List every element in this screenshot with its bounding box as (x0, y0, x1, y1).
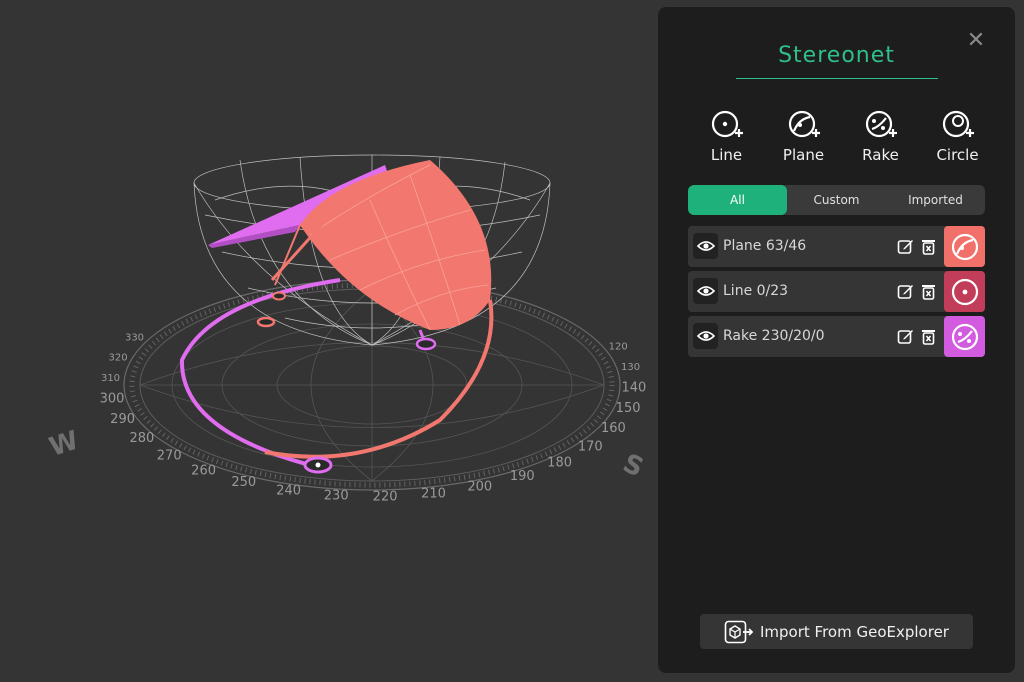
plane-pole-marker[interactable] (256, 316, 276, 328)
line-color-swatch[interactable] (944, 271, 985, 312)
add-circle-label: Circle (936, 146, 979, 164)
plane-cone-shape (270, 160, 492, 331)
tab-custom[interactable]: Custom (787, 185, 886, 215)
rake-color-swatch[interactable] (944, 316, 985, 357)
add-plane-button[interactable]: Plane (765, 109, 842, 169)
degree-label: 170 (578, 439, 603, 454)
compass-west-label: W (46, 426, 83, 463)
import-icon (724, 620, 754, 643)
degree-label: 260 (191, 463, 216, 478)
degree-label: 330 (125, 333, 144, 344)
import-geoexplorer-button[interactable]: Import From GeoExplorer (700, 614, 973, 649)
line-marker[interactable] (272, 291, 286, 301)
add-plane-label: Plane (782, 146, 825, 164)
plane-icon (951, 233, 978, 260)
eye-icon (696, 241, 715, 251)
visibility-toggle[interactable] (693, 323, 718, 349)
line-add-icon (711, 110, 743, 138)
eye-icon (696, 331, 715, 341)
degree-label: 280 (129, 431, 154, 446)
circle-add-icon (942, 110, 974, 138)
feature-list: Plane 63/46 Line 0/23 Rake 230/20/0 (688, 226, 985, 361)
import-label: Import From GeoExplorer (760, 622, 949, 641)
filter-tabs: All Custom Imported (688, 185, 985, 215)
degree-label: 140 (621, 380, 646, 395)
stereonet-3d-viewport[interactable]: W S 120 130 140 150 160 170 180 190 200 210 220 230… (0, 0, 660, 682)
degree-label: 150 (616, 401, 641, 416)
compass-south-label: S (618, 448, 648, 483)
delete-icon[interactable] (920, 283, 937, 300)
edit-icon[interactable] (897, 283, 914, 300)
degree-label: 180 (547, 456, 572, 471)
degree-label: 290 (110, 412, 135, 427)
degree-label: 320 (109, 352, 128, 363)
title-underline (736, 78, 938, 79)
add-line-label: Line (710, 146, 743, 164)
list-item[interactable]: Rake 230/20/0 (688, 316, 985, 357)
stereonet-panel: Stereonet ✕ Line Plane Rake Circle All C… (658, 7, 1015, 673)
edit-icon[interactable] (897, 238, 914, 255)
list-item[interactable]: Plane 63/46 (688, 226, 985, 267)
list-item-label: Line 0/23 (723, 283, 789, 299)
degree-label: 220 (373, 489, 398, 504)
list-item[interactable]: Line 0/23 (688, 271, 985, 312)
close-icon[interactable]: ✕ (964, 29, 988, 53)
degree-label: 250 (231, 475, 256, 490)
delete-icon[interactable] (920, 238, 937, 255)
degree-label: 120 (609, 342, 628, 353)
rake-add-icon (865, 110, 897, 138)
rake-icon (951, 323, 978, 350)
plane-color-swatch[interactable] (944, 226, 985, 267)
degree-label: 270 (157, 448, 182, 463)
degree-label: 200 (467, 480, 492, 495)
plane-add-icon (788, 110, 820, 138)
add-line-button[interactable]: Line (688, 109, 765, 169)
add-rake-button[interactable]: Rake (842, 109, 919, 169)
tab-all[interactable]: All (688, 185, 787, 215)
add-rake-label: Rake (862, 146, 899, 164)
add-circle-button[interactable]: Circle (919, 109, 996, 169)
line-icon (951, 278, 978, 305)
degree-label: 190 (510, 469, 535, 484)
degree-label: 240 (276, 484, 301, 499)
add-tools: Line Plane Rake Circle (688, 109, 998, 169)
degree-label: 130 (621, 362, 640, 373)
panel-title: Stereonet (778, 43, 895, 68)
degree-label: 310 (101, 373, 120, 384)
list-item-label: Plane 63/46 (723, 238, 807, 254)
eye-icon (696, 286, 715, 296)
visibility-toggle[interactable] (693, 233, 718, 259)
list-item-label: Rake 230/20/0 (723, 328, 825, 344)
delete-icon[interactable] (920, 328, 937, 345)
rake-marker[interactable] (415, 337, 437, 351)
degree-label: 300 (100, 391, 125, 406)
degree-label: 210 (421, 486, 446, 501)
degree-label: 230 (324, 488, 349, 503)
edit-icon[interactable] (897, 328, 914, 345)
tab-imported[interactable]: Imported (886, 185, 985, 215)
degree-label: 160 (601, 421, 626, 436)
visibility-toggle[interactable] (693, 278, 718, 304)
stereonet-3d-scene[interactable]: W S 120 130 140 150 160 170 180 190 200 210 220 230… (0, 0, 660, 682)
